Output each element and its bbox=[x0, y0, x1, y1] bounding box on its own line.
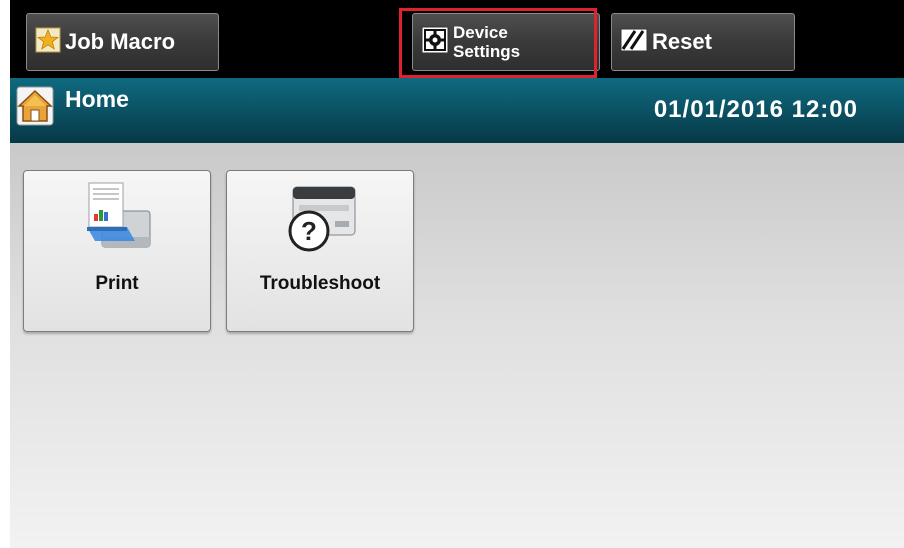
job-macro-label: Job Macro bbox=[65, 29, 176, 54]
device-settings-button[interactable]: Device Settings bbox=[412, 13, 600, 71]
device-settings-label: Device Settings bbox=[453, 23, 520, 61]
device-settings-line2: Settings bbox=[453, 42, 521, 61]
troubleshoot-label: Troubleshoot bbox=[259, 273, 381, 294]
job-macro-button[interactable]: Job Macro bbox=[26, 13, 219, 71]
svg-text:?: ? bbox=[301, 216, 317, 246]
home-content: Print ? Troubleshoot bbox=[10, 143, 904, 548]
reset-button[interactable]: Reset bbox=[611, 13, 795, 71]
print-icon bbox=[77, 181, 157, 266]
home-header: Home 01/01/2016 12:00 bbox=[10, 78, 904, 143]
print-label: Print bbox=[95, 273, 139, 294]
top-toolbar: Job Macro Device Settings Reset bbox=[10, 0, 904, 78]
reset-icon bbox=[620, 28, 648, 57]
gear-icon bbox=[421, 26, 449, 59]
troubleshoot-icon: ? bbox=[275, 181, 365, 266]
star-icon bbox=[35, 27, 61, 58]
print-tile[interactable]: Print bbox=[23, 170, 211, 332]
datetime-display: 01/01/2016 12:00 bbox=[653, 96, 858, 123]
page-title: Home bbox=[65, 86, 129, 112]
reset-label: Reset bbox=[652, 29, 712, 54]
troubleshoot-tile[interactable]: ? Troubleshoot bbox=[226, 170, 414, 332]
device-settings-line1: Device bbox=[453, 23, 508, 42]
home-icon[interactable] bbox=[16, 86, 54, 126]
